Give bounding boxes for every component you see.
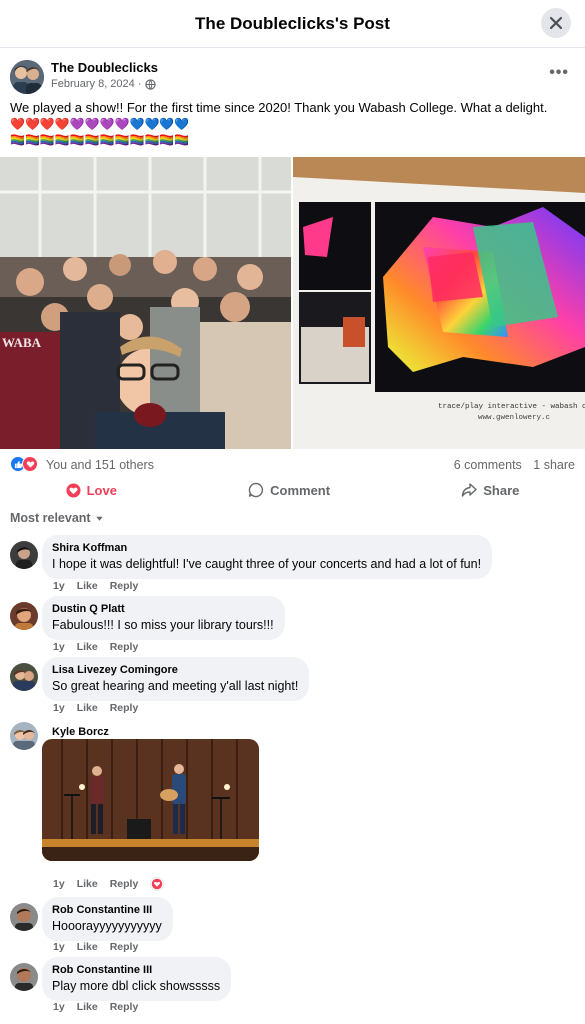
comment-label: Comment <box>270 482 331 498</box>
comment-bubble: Dustin Q Platt Fabulous!!! I so miss you… <box>42 596 285 640</box>
comment-actions: 1y Like Reply <box>53 580 138 592</box>
close-icon <box>549 16 563 30</box>
dialog-title: The Doubleclicks's Post <box>195 13 390 33</box>
love-reaction-icon <box>22 456 38 472</box>
comment-reply-button[interactable]: Reply <box>110 1001 139 1013</box>
comment-icon <box>248 482 264 498</box>
comment-bubble: Shira Koffman I hope it was delightful! … <box>42 535 493 579</box>
comment-text: Hooorayyyyyyyyyyy <box>52 919 162 933</box>
comments-count[interactable]: 6 comments <box>454 458 522 472</box>
commenter-avatar[interactable] <box>10 903 38 931</box>
comment-time[interactable]: 1y <box>53 702 65 714</box>
comment-like-button[interactable]: Like <box>77 1001 98 1013</box>
post-meta: February 8, 2024 · <box>51 78 156 90</box>
comment-time[interactable]: 1y <box>53 641 65 653</box>
post-emoji-hearts: ❤️❤️❤️❤️💜💜💜💜💙💙💙💙 <box>10 117 190 131</box>
commenter-name[interactable]: Rob Constantine III <box>52 963 220 977</box>
comment-time[interactable]: 1y <box>53 1001 65 1013</box>
exhibit-caption: trace/play interactive - wabash coll <box>438 403 585 411</box>
comment-actions: 1y Like Reply <box>53 702 138 714</box>
comment-reply-button[interactable]: Reply <box>110 580 139 592</box>
caret-down-icon <box>95 516 103 521</box>
commenter-name[interactable]: Rob Constantine III <box>52 903 162 917</box>
commenter-name[interactable]: Lisa Livezey Comingore <box>52 663 298 677</box>
comment-bubble: Lisa Livezey Comingore So great hearing … <box>42 657 310 701</box>
commenter-avatar[interactable] <box>10 602 38 630</box>
commenter-name[interactable]: Kyle Borcz <box>52 725 109 739</box>
art-exhibit-photo[interactable]: trace/play interactive - wabash coll www… <box>293 157 585 449</box>
reactions-summary[interactable]: You and 151 others <box>46 458 154 472</box>
group-selfie-photo[interactable]: WABA <box>0 157 291 449</box>
share-button[interactable]: Share <box>461 482 519 498</box>
reaction-icons[interactable] <box>10 456 38 472</box>
commenter-name[interactable]: Dustin Q Platt <box>52 602 274 616</box>
share-icon <box>462 483 477 497</box>
comment-like-button[interactable]: Like <box>77 941 98 953</box>
post-text: We played a show!! For the first time si… <box>10 100 548 115</box>
comment-like-button[interactable]: Like <box>77 702 98 714</box>
commenter-avatar[interactable] <box>10 541 38 569</box>
dialog-header: The Doubleclicks's Post <box>0 0 585 48</box>
post-author[interactable]: The Doubleclicks <box>51 60 158 75</box>
comment-actions: 1y Like Reply <box>53 877 165 891</box>
comment-bubble: Rob Constantine III Hooorayyyyyyyyyyy <box>42 897 173 941</box>
page-avatar[interactable] <box>10 60 44 94</box>
comment-sort-dropdown[interactable]: Most relevant <box>10 511 104 525</box>
comment-reply-button[interactable]: Reply <box>110 941 139 953</box>
post-date[interactable]: February 8, 2024 · <box>51 78 142 90</box>
comment-text: Play more dbl click showsssss <box>52 979 221 993</box>
comment-like-button[interactable]: Like <box>77 878 98 890</box>
comment-time[interactable]: 1y <box>53 878 65 890</box>
comment-reply-button[interactable]: Reply <box>110 878 139 890</box>
comment-text: Fabulous!!! I so miss your library tours… <box>52 618 274 632</box>
commenter-avatar[interactable] <box>10 663 38 691</box>
comment-actions: 1y Like Reply <box>53 941 138 953</box>
comment-time[interactable]: 1y <box>53 580 65 592</box>
more-options-icon[interactable]: ••• <box>549 64 569 82</box>
love-icon <box>66 482 81 498</box>
comment-like-button[interactable]: Like <box>77 641 98 653</box>
comment-text: So great hearing and meeting y'all last … <box>52 679 299 693</box>
comment-text: I hope it was delightful! I've caught th… <box>52 557 482 571</box>
comment-actions: 1y Like Reply <box>53 1001 138 1013</box>
commenter-name[interactable]: Shira Koffman <box>52 541 481 555</box>
love-button[interactable]: Love <box>66 483 117 498</box>
sort-label: Most relevant <box>10 511 91 525</box>
post-actions: Love Comment Share <box>0 478 585 502</box>
commenter-avatar[interactable] <box>10 963 38 991</box>
comment-photo[interactable] <box>42 739 259 861</box>
post-photos: WABA trace/play interactive - wabash col… <box>0 157 585 449</box>
love-label: Love <box>86 482 117 498</box>
globe-icon <box>144 78 156 90</box>
close-button[interactable] <box>541 8 571 38</box>
reactions-bar: You and 151 others 6 comments 1 share <box>10 456 575 474</box>
engagement-counts: 6 comments 1 share <box>454 458 575 472</box>
shares-count[interactable]: 1 share <box>533 458 575 472</box>
commenter-avatar[interactable] <box>10 722 38 750</box>
comment-like-button[interactable]: Like <box>77 580 98 592</box>
love-reaction-icon[interactable] <box>150 877 165 891</box>
comment-actions: 1y Like Reply <box>53 641 138 653</box>
comment-reply-button[interactable]: Reply <box>110 641 139 653</box>
comment-reply-button[interactable]: Reply <box>110 702 139 714</box>
share-label: Share <box>483 482 520 498</box>
exhibit-url: www.gwenlowery.c <box>478 414 550 422</box>
comment-button[interactable]: Comment <box>248 482 330 498</box>
sweatshirt-text: WABA <box>2 335 42 350</box>
comment-time[interactable]: 1y <box>53 941 65 953</box>
post-header: The Doubleclicks February 8, 2024 · ••• <box>10 58 575 96</box>
post-emoji-flags: 🏳️‍🌈🏳️‍🌈🏳️‍🌈🏳️‍🌈🏳️‍🌈🏳️‍🌈🏳️‍🌈🏳️‍🌈🏳️‍🌈🏳️‍🌈… <box>10 133 190 147</box>
comment-bubble: Rob Constantine III Play more dbl click … <box>42 957 232 1001</box>
